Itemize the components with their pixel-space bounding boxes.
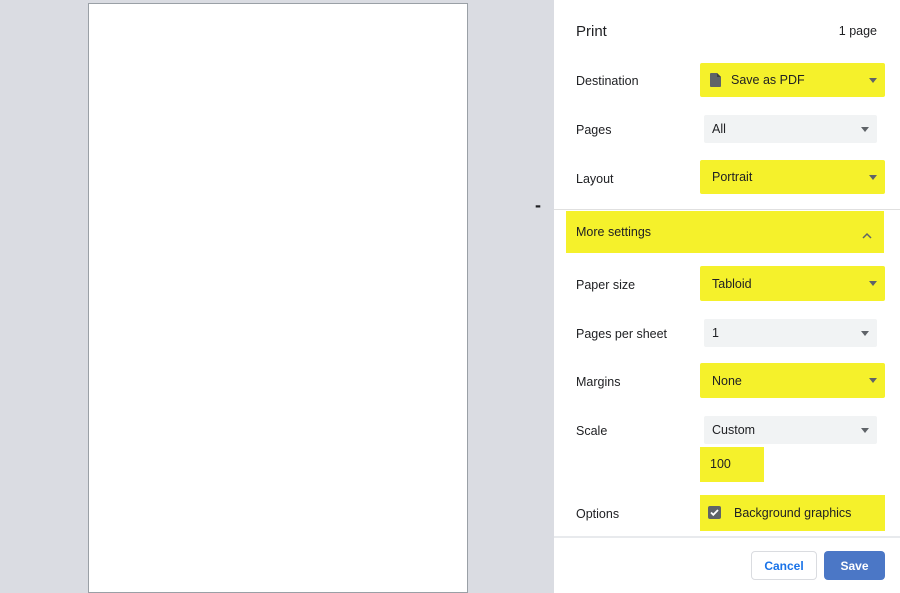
preview-separator: - — [535, 195, 541, 215]
preview-page — [88, 3, 468, 593]
pages-per-sheet-select[interactable]: 1 — [704, 319, 877, 347]
background-graphics-option[interactable]: Background graphics — [700, 495, 885, 531]
background-graphics-checkbox[interactable] — [708, 506, 721, 519]
more-settings-toggle[interactable]: More settings — [566, 211, 884, 253]
paper-size-select[interactable]: Tabloid — [700, 266, 885, 301]
destination-value: Save as PDF — [731, 73, 805, 87]
caret-down-icon — [869, 175, 877, 180]
page-title: Print — [576, 23, 607, 40]
print-preview-area: - — [0, 0, 554, 593]
caret-down-icon — [861, 331, 869, 336]
destination-select[interactable]: Save as PDF — [700, 63, 885, 97]
scale-label: Scale — [576, 424, 608, 438]
caret-down-icon — [869, 378, 877, 383]
caret-down-icon — [861, 127, 869, 132]
file-icon — [710, 73, 721, 87]
margins-label: Margins — [576, 375, 621, 389]
margins-select[interactable]: None — [700, 363, 885, 398]
layout-value: Portrait — [712, 170, 753, 184]
caret-down-icon — [869, 281, 877, 286]
paper-size-value: Tabloid — [712, 276, 752, 291]
page-count: 1 page — [838, 24, 877, 38]
section-divider — [554, 209, 900, 210]
pages-per-sheet-value: 1 — [712, 326, 719, 340]
check-icon — [710, 509, 719, 517]
pages-value: All — [712, 122, 726, 136]
background-graphics-label: Background graphics — [734, 506, 852, 520]
pages-select[interactable]: All — [704, 115, 877, 143]
pages-per-sheet-label: Pages per sheet — [576, 327, 668, 341]
chevron-up-icon — [862, 226, 872, 244]
layout-label: Layout — [576, 172, 614, 186]
more-settings-label: More settings — [576, 225, 652, 239]
cancel-button[interactable]: Cancel — [751, 551, 817, 580]
scale-select[interactable]: Custom — [704, 416, 877, 444]
scale-value: Custom — [712, 423, 756, 437]
pages-label: Pages — [576, 123, 612, 137]
print-settings-panel: Print 1 page Destination Save as PDF Pag… — [554, 0, 900, 593]
save-button[interactable]: Save — [824, 551, 885, 580]
destination-label: Destination — [576, 74, 639, 88]
paper-size-label: Paper size — [576, 278, 636, 292]
caret-down-icon — [869, 78, 877, 83]
scale-custom-input[interactable]: 100 — [700, 447, 764, 482]
caret-down-icon — [861, 428, 869, 433]
footer-divider — [554, 536, 900, 538]
layout-select[interactable]: Portrait — [700, 160, 885, 194]
margins-value: None — [712, 373, 742, 388]
options-label: Options — [576, 507, 620, 521]
